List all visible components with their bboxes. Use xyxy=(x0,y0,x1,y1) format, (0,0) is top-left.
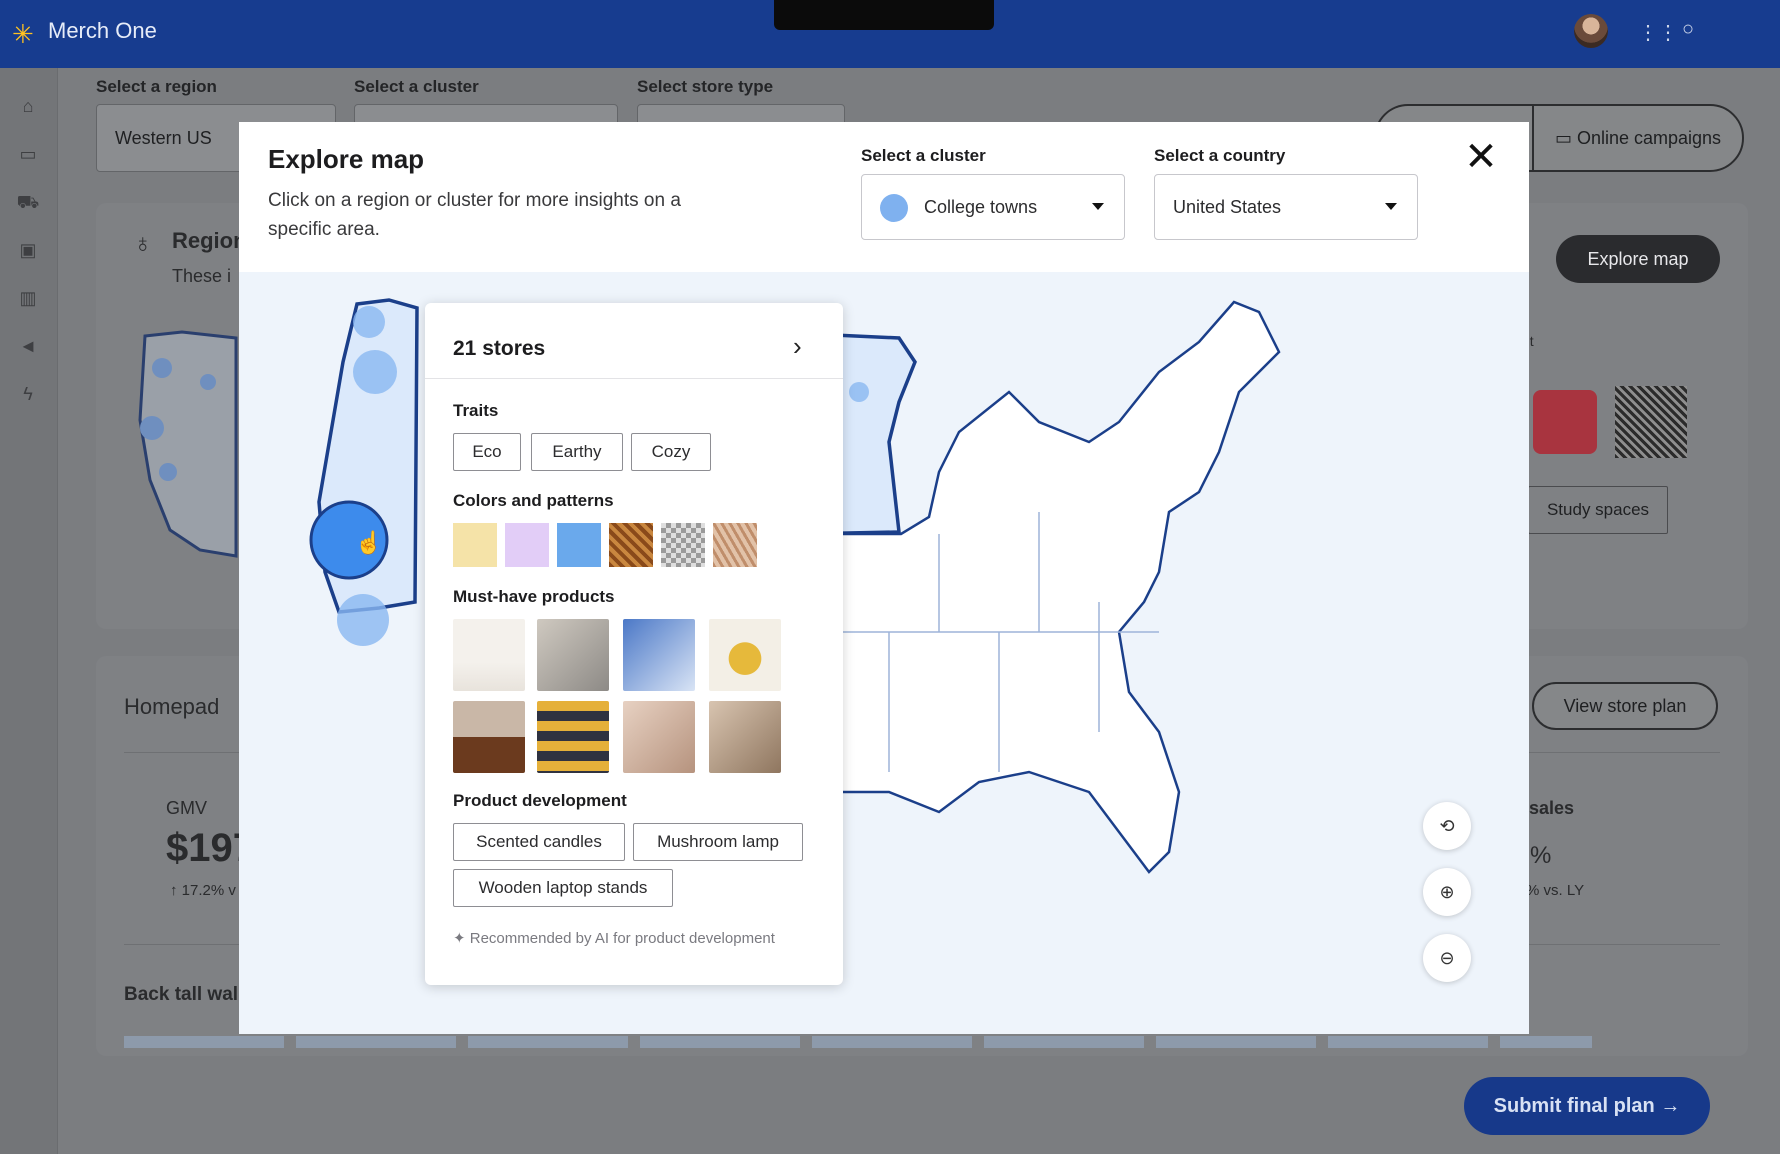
blanket-product-thumb[interactable] xyxy=(623,619,695,691)
avatar[interactable] xyxy=(1574,14,1608,48)
cluster-label: Select a cluster xyxy=(861,146,986,165)
caret-down-icon xyxy=(1385,203,1397,210)
vase-product-thumb[interactable] xyxy=(709,701,781,773)
ai-note: ✦ Recommended by AI for product developm… xyxy=(453,930,775,947)
zoom-in-icon[interactable]: ⊕ xyxy=(1423,868,1471,916)
cluster-dropdown[interactable]: College towns xyxy=(861,174,1125,240)
cart-icon[interactable]: ⛟ xyxy=(10,188,46,216)
products-title: Must-have products xyxy=(453,587,615,606)
camera-notch xyxy=(774,0,994,30)
popover-header[interactable]: 21 stores › xyxy=(425,303,843,379)
cluster-bubble[interactable] xyxy=(353,350,397,394)
caret-down-icon xyxy=(1092,203,1104,210)
grid-icon[interactable]: ⋮⋮ xyxy=(1638,20,1678,45)
color-swatch xyxy=(557,523,601,567)
side-nav: ⌂ ▭ ⛟ ▣ ▥ ◄ ϟ xyxy=(0,68,58,1154)
timeline-bar xyxy=(124,1036,1592,1048)
sales-change: % vs. LY xyxy=(1526,882,1585,899)
product-dev-title: Product development xyxy=(453,791,627,810)
store-count: 21 stores xyxy=(453,337,546,360)
cluster-bubble[interactable] xyxy=(849,382,869,402)
chat-icon[interactable]: ○ xyxy=(1682,18,1694,41)
product-dev-chip[interactable]: Wooden laptop stands xyxy=(453,869,673,907)
close-icon[interactable]: ✕ xyxy=(1464,137,1498,177)
pattern-thumbnail xyxy=(1615,386,1687,458)
homepad-title: Homepad xyxy=(124,694,220,719)
country-label: Select a country xyxy=(1154,146,1286,165)
sparkle-icon: ✦ xyxy=(453,930,470,947)
product-dev-chip[interactable]: Mushroom lamp xyxy=(633,823,803,861)
pillows-product-thumb[interactable] xyxy=(623,701,695,773)
back-tall-wall-title: Back tall wal xyxy=(124,984,239,1005)
pattern-swatch xyxy=(713,523,757,567)
cluster-label: Select a cluster xyxy=(354,77,479,96)
candle-product-thumb[interactable] xyxy=(709,619,781,691)
explore-map-button[interactable]: Explore map xyxy=(1556,235,1720,283)
region-label: Select a region xyxy=(96,77,217,96)
spark-icon: ✳ xyxy=(12,19,34,49)
towels-product-thumb[interactable] xyxy=(537,701,609,773)
gmv-label: GMV xyxy=(166,798,208,818)
trait-chip[interactable]: Earthy xyxy=(531,433,623,471)
modal-title: Explore map xyxy=(268,144,425,174)
truck-icon[interactable]: ▣ xyxy=(10,236,46,264)
cluster-color-dot xyxy=(880,194,908,222)
hand-cursor-icon: ☝ xyxy=(355,530,383,555)
calendar-icon[interactable]: ▭ xyxy=(10,140,46,168)
color-swatch xyxy=(453,523,497,567)
sales-value: % xyxy=(1530,842,1552,869)
submit-final-plan-button[interactable]: Submit final plan → xyxy=(1464,1077,1710,1135)
lightning-icon[interactable]: ϟ xyxy=(10,380,46,408)
rug-product-thumb[interactable] xyxy=(537,619,609,691)
traits-title: Traits xyxy=(453,401,499,420)
megaphone-icon[interactable]: ◄ xyxy=(10,332,46,360)
chevron-right-icon[interactable]: › xyxy=(793,331,802,362)
region-mini-map xyxy=(138,330,238,558)
online-campaigns-button[interactable]: ▭ Online campaigns xyxy=(1532,104,1744,172)
lightbulb-icon: ♁ xyxy=(133,228,153,258)
cluster-popover: 21 stores › Traits Eco Earthy Cozy Color… xyxy=(425,303,843,985)
reset-view-icon[interactable]: ⟲ xyxy=(1423,802,1471,850)
colors-title: Colors and patterns xyxy=(453,491,614,510)
bar-chart-icon[interactable]: ▥ xyxy=(10,284,46,312)
app-title: Merch One xyxy=(48,18,157,43)
zoom-out-icon[interactable]: ⊖ xyxy=(1423,934,1471,982)
color-swatch xyxy=(505,523,549,567)
store-type-label: Select store type xyxy=(637,77,774,96)
gmv-change: ↑ 17.2% v xyxy=(170,882,236,899)
view-store-plan-button[interactable]: View store plan xyxy=(1532,682,1718,730)
trait-chip[interactable]: Cozy xyxy=(631,433,711,471)
pouf-product-thumb[interactable] xyxy=(453,701,525,773)
trait-chip[interactable]: Eco xyxy=(453,433,521,471)
candle-thumbnail xyxy=(1533,390,1597,454)
home-icon[interactable]: ⌂ xyxy=(10,92,46,120)
product-dev-chip[interactable]: Scented candles xyxy=(453,823,625,861)
modal-subtitle: Click on a region or cluster for more in… xyxy=(268,190,681,240)
cluster-bubble[interactable] xyxy=(353,306,385,338)
laptop-icon: ▭ xyxy=(1554,128,1577,148)
pattern-swatch xyxy=(661,523,705,567)
region-description: These i xyxy=(172,266,232,286)
plant-product-thumb[interactable] xyxy=(453,619,525,691)
country-dropdown[interactable]: United States xyxy=(1154,174,1418,240)
pattern-swatch xyxy=(609,523,653,567)
cluster-bubble[interactable] xyxy=(337,594,389,646)
region-title: Region xyxy=(172,228,247,253)
study-spaces-chip[interactable]: Study spaces xyxy=(1528,486,1668,534)
